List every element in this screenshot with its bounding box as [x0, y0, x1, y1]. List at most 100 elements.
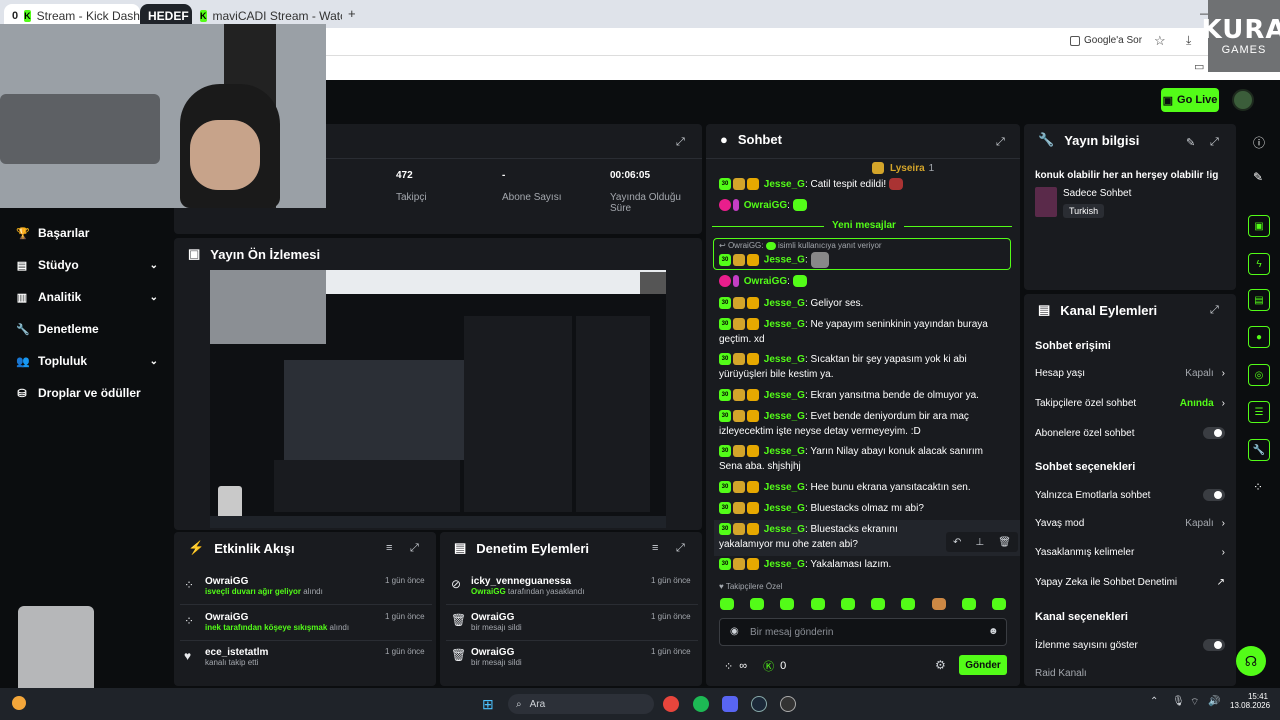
emote-icon[interactable] — [961, 598, 976, 610]
windows-start-icon[interactable]: ⊞ — [482, 696, 498, 712]
spotify-icon[interactable] — [693, 696, 709, 712]
community-icon[interactable]: ⁘ — [1253, 480, 1263, 494]
chat-message[interactable]: 30 Jesse_G: Hee bunu ekrana yansıtacaktı… — [719, 480, 1005, 495]
help-icon[interactable]: ☊ — [1236, 646, 1266, 676]
emote-icon[interactable] — [840, 598, 855, 610]
chat-username[interactable]: OwraiGG — [744, 276, 787, 287]
pencil-icon[interactable]: ✎ — [1253, 170, 1263, 184]
slow-mode-row[interactable]: Yavaş mod Kapalı › — [1035, 518, 1225, 529]
pin-icon[interactable]: ⊥ — [975, 537, 984, 548]
chat-message[interactable]: 30 Jesse_G: Ekran yansıtma bende de olmu… — [719, 388, 1005, 403]
emote-icon[interactable] — [901, 598, 916, 610]
emote-icon[interactable] — [991, 598, 1006, 610]
account-age-row[interactable]: Hesap yaşı Kapalı › — [1035, 368, 1225, 379]
chat-username[interactable]: Jesse_G — [764, 255, 805, 266]
chat-username[interactable]: Jesse_G — [764, 446, 805, 457]
chat-bubble-icon[interactable]: ● — [1248, 326, 1270, 348]
expand-icon[interactable]: ⤢ — [410, 542, 419, 555]
send-button[interactable]: Gönder — [959, 655, 1007, 675]
document-icon[interactable]: ▤ — [1248, 289, 1270, 311]
chat-message[interactable]: 30 Jesse_G: Catil tespit edildi! — [719, 177, 1005, 192]
chrome-icon[interactable] — [663, 696, 679, 712]
steam-icon[interactable] — [751, 696, 767, 712]
chat-message-hovered[interactable]: 30 Jesse_G: Bluestacks ekranını yakalamı… — [719, 522, 949, 552]
chat-message[interactable]: OwraiGG: — [719, 198, 1005, 213]
followers-only-row[interactable]: Takipçilere özel sohbet Anında › — [1035, 398, 1225, 409]
chat-username[interactable]: Jesse_G — [764, 411, 805, 422]
chat-username[interactable]: Jesse_G — [764, 559, 805, 570]
volume-icon[interactable]: 🔊 — [1208, 696, 1220, 707]
viewer-count-toggle[interactable] — [1203, 639, 1225, 651]
chat-username[interactable]: Jesse_G — [764, 354, 805, 365]
chat-username[interactable]: Jesse_G — [764, 482, 805, 493]
chat-username[interactable]: OwraiGG — [744, 200, 787, 211]
taskbar-search[interactable]: ⌕ Ara — [508, 694, 654, 714]
chat-username[interactable]: Jesse_G — [764, 298, 805, 309]
ai-moderation-row[interactable]: Yapay Zeka ile Sohbet Denetimi ↗ — [1035, 577, 1225, 588]
chat-message[interactable]: 30 Jesse_G: Ne yapayım seninkinin yayınd… — [719, 317, 1005, 347]
expand-icon[interactable]: ⤢ — [1210, 304, 1219, 317]
chat-settings-icon[interactable]: ◉ — [730, 626, 739, 637]
chat-message[interactable]: 30 Jesse_G: Sıcaktan bir şey yapasım yok… — [719, 352, 1005, 382]
chat-username[interactable]: Jesse_G — [764, 390, 805, 401]
google-sor-button[interactable]: Google'a Sor — [1070, 35, 1142, 46]
weather-icon[interactable] — [12, 696, 26, 710]
lightning-icon[interactable]: ϟ — [1248, 253, 1270, 275]
emote-icon[interactable] — [750, 598, 765, 610]
banned-words-row[interactable]: Yasaklanmış kelimeler › — [1035, 547, 1225, 558]
subs-only-toggle[interactable] — [1203, 427, 1225, 439]
sidebar-item-analitik[interactable]: ▥ Analitik ⌄ — [16, 285, 158, 309]
chat-message[interactable]: 30 Jesse_G: Evet bende deniyordum bir ar… — [719, 409, 1005, 439]
download-icon[interactable]: ⤓ — [1186, 33, 1191, 48]
chat-points[interactable]: ⁘ ∞ Ⓚ 0 — [724, 658, 786, 674]
info-icon[interactable]: ⓘ — [1253, 134, 1265, 151]
chat-message[interactable]: 30 Jesse_G: Yarın Nilay abayı konuk alac… — [719, 444, 1005, 474]
camera-icon[interactable]: ▣ — [1248, 215, 1270, 237]
raid-row[interactable]: Raid Kanalı — [1035, 668, 1225, 679]
expand-icon[interactable]: ⤢ — [676, 542, 685, 555]
emote-icon[interactable] — [810, 598, 825, 610]
broadcast-icon[interactable]: ◎ — [1248, 364, 1270, 386]
trash-icon[interactable]: 🗑 — [998, 537, 1011, 548]
chat-message[interactable]: 30 Jesse_G: — [719, 252, 1005, 268]
chat-input[interactable]: ◉ Bir mesaj gönderin ☻ — [719, 618, 1007, 646]
expand-icon[interactable]: ⤢ — [1210, 136, 1219, 149]
pencil-icon[interactable]: ✎ — [1186, 136, 1195, 149]
expand-icon[interactable]: ⤢ — [996, 136, 1005, 149]
new-tab-button[interactable]: + — [348, 6, 356, 21]
category-name[interactable]: Sadece Sohbet — [1063, 188, 1131, 199]
chat-message[interactable]: 30 Jesse_G: Bluestacks olmaz mı abi? — [719, 501, 1005, 516]
bookmark-star-icon[interactable]: ☆ — [1154, 33, 1166, 49]
sidebar-item-topluluk[interactable]: 👥 Topluluk ⌄ — [16, 349, 158, 373]
chat-username[interactable]: Jesse_G — [764, 524, 805, 535]
emote-only-toggle[interactable] — [1203, 489, 1225, 501]
viewer-count-row[interactable]: İzlenme sayısını göster — [1035, 639, 1225, 651]
emoji-icon[interactable]: ☻ — [988, 626, 999, 637]
sidebar-item-studyo[interactable]: ▤ Stüdyo ⌄ — [16, 253, 158, 277]
chat-message[interactable]: OwraiGG: — [719, 274, 1005, 289]
sidebar-item-denetleme[interactable]: 🔧 Denetleme — [16, 317, 158, 341]
layers-icon[interactable]: ☰ — [1248, 401, 1270, 423]
chat-message[interactable]: 30 Jesse_G: Geliyor ses. — [719, 296, 1005, 311]
discord-icon[interactable] — [722, 696, 738, 712]
gear-icon[interactable]: ⚙ — [935, 658, 946, 672]
emote-icon[interactable] — [931, 598, 946, 610]
emote-only-row[interactable]: Yalnızca Emotlarla sohbet — [1035, 489, 1225, 501]
chat-username[interactable]: Jesse_G — [764, 319, 805, 330]
wrench-icon[interactable]: 🔧 — [1248, 439, 1270, 461]
sidebar-item-basarilar[interactable]: 🏆 Başarılar — [16, 221, 158, 245]
chevron-up-icon[interactable]: ⌃ — [1150, 696, 1158, 707]
chat-username[interactable]: Jesse_G — [764, 503, 805, 514]
subs-only-row[interactable]: Abonelere özel sohbet — [1035, 427, 1225, 439]
emote-icon[interactable] — [780, 598, 795, 610]
sidebar-item-droplar[interactable]: ⛁ Droplar ve ödüller — [16, 381, 158, 405]
pinned-gifter[interactable]: Lyseira 1 — [872, 162, 934, 174]
folder-icon[interactable]: ▭ — [1194, 60, 1204, 73]
user-avatar[interactable] — [1232, 89, 1254, 111]
clock[interactable]: 15:41 13.08.2026 — [1230, 692, 1270, 710]
filter-icon[interactable]: ≡ — [386, 542, 392, 554]
microphone-icon[interactable]: 🎙 — [1172, 696, 1185, 707]
expand-icon[interactable]: ⤢ — [676, 136, 685, 149]
chat-username[interactable]: Jesse_G — [764, 179, 805, 190]
stream-preview-video[interactable] — [210, 270, 666, 528]
